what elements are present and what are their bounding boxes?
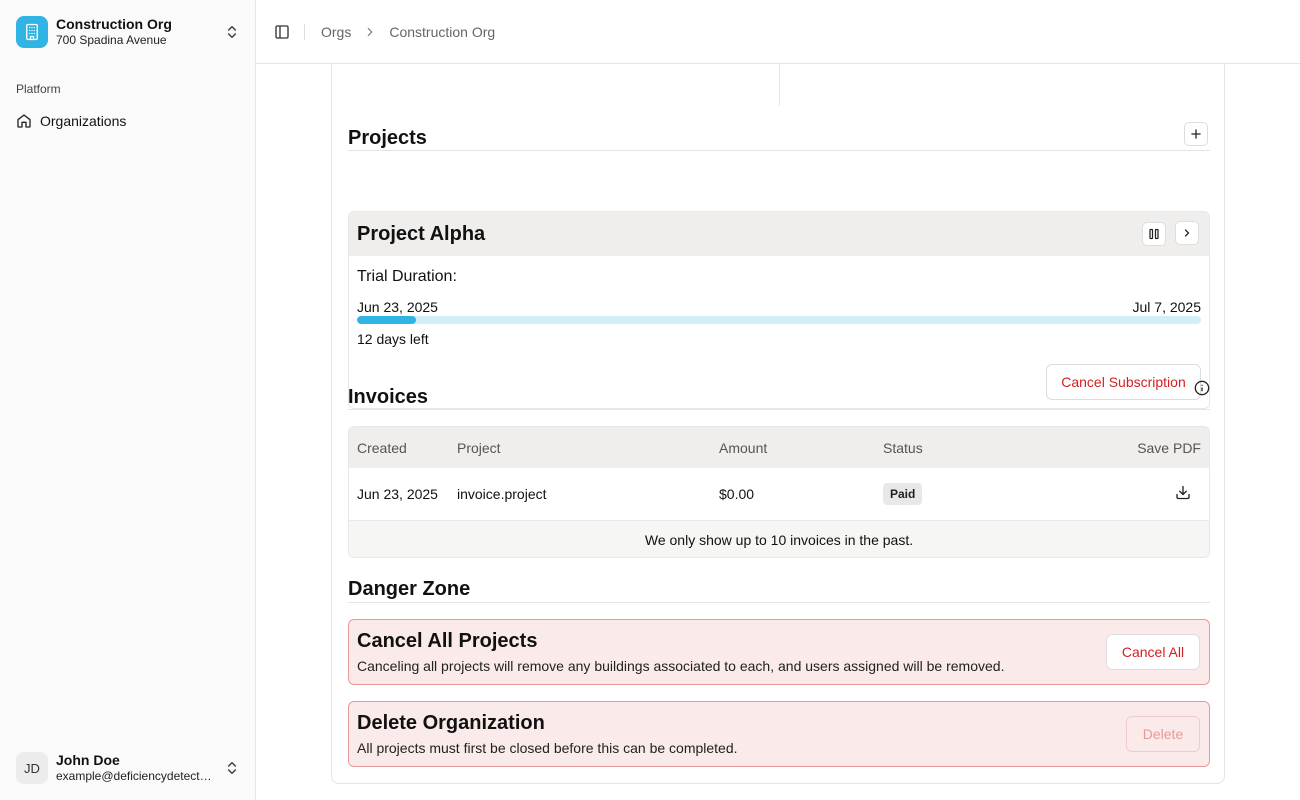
- header-divider: [304, 23, 305, 40]
- user-name: John Doe: [56, 751, 120, 768]
- trial-start-date: Jun 23, 2025: [357, 299, 438, 315]
- sidebar-group-label: Platform: [16, 82, 61, 96]
- delete-organization-button[interactable]: Delete: [1126, 716, 1200, 752]
- invoice-amount: $0.00: [719, 486, 755, 502]
- add-project-button[interactable]: [1184, 122, 1208, 146]
- breadcrumb-orgs[interactable]: Orgs: [321, 24, 351, 40]
- download-pdf-button[interactable]: [1175, 485, 1191, 504]
- invoice-project: invoice.project: [457, 486, 547, 502]
- status-badge: Paid: [883, 483, 923, 505]
- sidebar-item-organizations[interactable]: Organizations: [8, 108, 248, 134]
- org-detail-card: Projects Project Alpha Trial Duration: J…: [331, 64, 1225, 784]
- org-switcher[interactable]: Construction Org 700 Spadina Avenue: [8, 8, 248, 56]
- project-header: Project Alpha: [349, 212, 1209, 256]
- section-divider: [348, 150, 1210, 151]
- column-status: Status: [883, 439, 923, 456]
- download-icon: [1176, 485, 1190, 500]
- home-icon: [17, 114, 31, 128]
- column-divider: [779, 64, 780, 106]
- project-name: Project Alpha: [357, 222, 486, 245]
- invoice-created: Jun 23, 2025: [357, 486, 438, 502]
- sidebar-item-label: Organizations: [40, 113, 127, 129]
- trial-duration-label: Trial Duration:: [357, 268, 457, 285]
- avatar: JD: [16, 752, 48, 784]
- danger-zone-title: Danger Zone: [348, 578, 471, 600]
- column-amount: Amount: [719, 439, 768, 456]
- chevrons-up-down-icon: [228, 26, 236, 38]
- trial-progress-fill: [357, 316, 417, 324]
- user-switcher[interactable]: JD John Doe example@deficiencydetect....: [8, 744, 248, 792]
- project-card: Project Alpha Trial Duration: Jun 23, 20…: [348, 211, 1210, 409]
- cancel-all-button[interactable]: Cancel All: [1106, 634, 1200, 670]
- column-save-pdf: Save PDF: [1137, 439, 1201, 456]
- cancel-all-title: Cancel All Projects: [357, 630, 538, 652]
- days-left: 12 days left: [357, 331, 429, 347]
- chevrons-up-down-icon: [228, 762, 236, 774]
- delete-org-description: All projects must first be closed before…: [357, 740, 738, 756]
- chevron-right-icon: [368, 27, 373, 36]
- invoices-title: Invoices: [348, 386, 429, 408]
- cancel-subscription-button[interactable]: Cancel Subscription: [1046, 364, 1201, 400]
- pause-icon: [1149, 228, 1159, 240]
- invoices-table: Created Project Amount Status Save PDF J…: [348, 426, 1210, 558]
- cancel-all-projects-card: Cancel All Projects Canceling all projec…: [348, 619, 1210, 685]
- section-divider: [348, 409, 1210, 410]
- breadcrumb-current: Construction Org: [389, 23, 496, 40]
- top-header: Orgs Construction Org: [256, 0, 1300, 64]
- trial-end-date: Jul 7, 2025: [1132, 299, 1202, 315]
- info-icon[interactable]: [1194, 380, 1210, 396]
- column-created: Created: [357, 439, 407, 456]
- projects-title: Projects: [348, 127, 427, 149]
- user-email: example@deficiencydetect....: [56, 769, 212, 784]
- sidebar: Construction Org 700 Spadina Avenue Plat…: [0, 0, 256, 800]
- pause-project-button[interactable]: [1142, 222, 1166, 246]
- table-header: Created Project Amount Status Save PDF: [349, 427, 1209, 468]
- main-content: Projects Project Alpha Trial Duration: J…: [256, 64, 1300, 800]
- table-footer-note: We only show up to 10 invoices in the pa…: [349, 521, 1209, 557]
- open-project-button[interactable]: [1175, 221, 1199, 245]
- delete-organization-card: Delete Organization All projects must fi…: [348, 701, 1210, 767]
- cancel-all-description: Canceling all projects will remove any b…: [357, 658, 1005, 674]
- column-project: Project: [457, 439, 501, 456]
- breadcrumb: Orgs Construction Org: [321, 24, 495, 40]
- delete-org-title: Delete Organization: [357, 712, 545, 734]
- building-icon: [16, 16, 48, 48]
- plus-icon: [1191, 129, 1201, 139]
- table-row: Jun 23, 2025 invoice.project $0.00 Paid: [349, 468, 1209, 521]
- org-name: Construction Org: [56, 16, 172, 33]
- chevron-right-icon: [1184, 229, 1190, 237]
- section-divider: [348, 602, 1210, 603]
- trial-progress-bar: [357, 316, 1201, 324]
- sidebar-toggle-icon[interactable]: [274, 24, 290, 40]
- org-address: 700 Spadina Avenue: [56, 33, 167, 48]
